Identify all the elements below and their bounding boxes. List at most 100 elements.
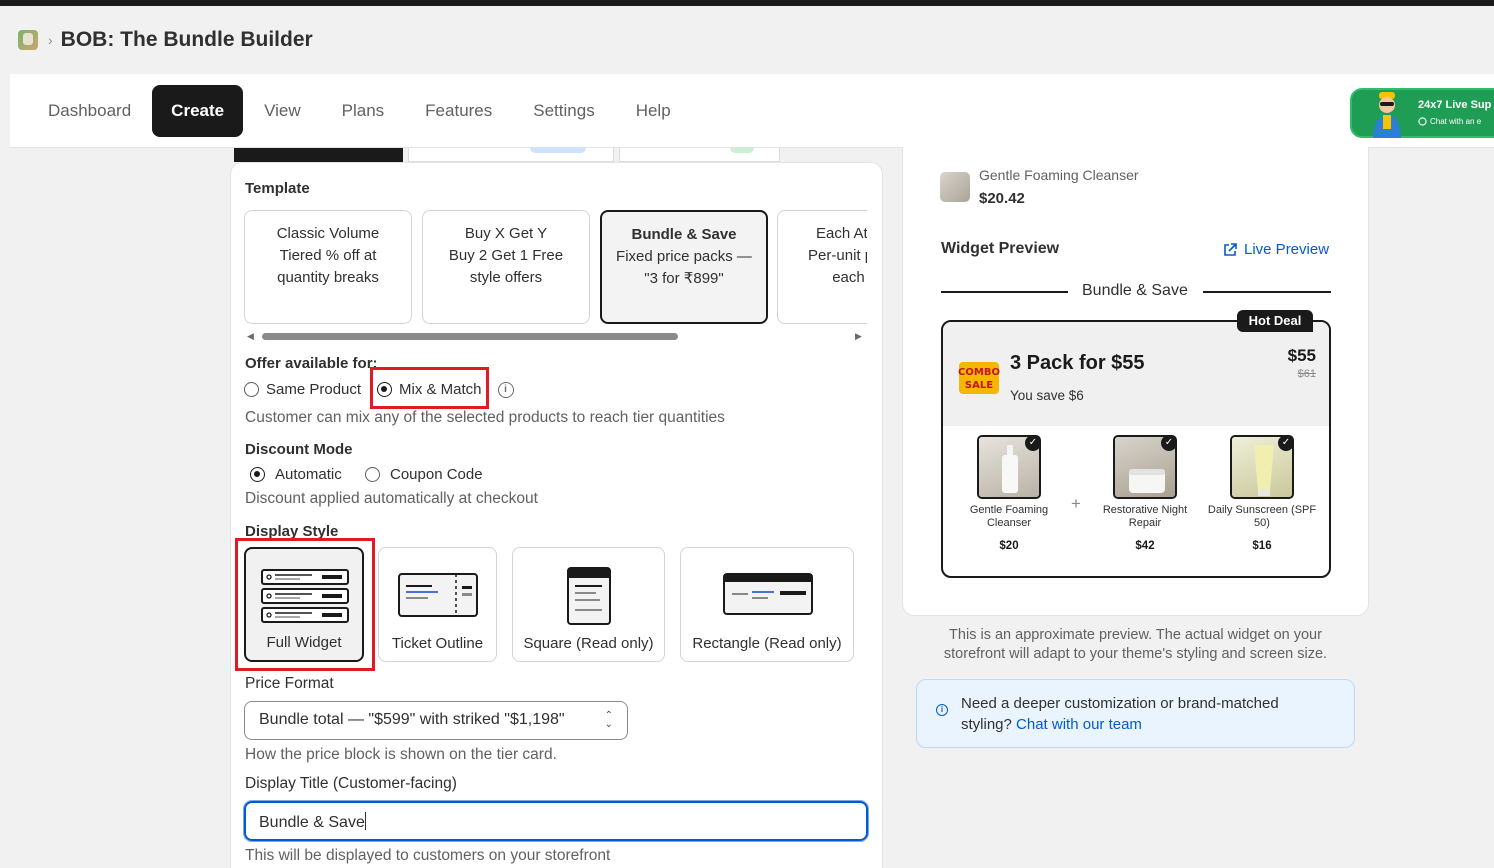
display-title-helper: This will be displayed to customers on y… [245, 847, 611, 864]
template-desc: Tiered % off at quantity breaks [277, 247, 379, 286]
live-preview-label: Live Preview [1244, 241, 1330, 258]
price-format-label: Price Format [245, 675, 334, 692]
item-name: Gentle Foaming Cleanser [969, 504, 1049, 529]
discount-mode-label: Discount Mode [245, 441, 353, 458]
combo-logo-line-2: SALE [965, 380, 993, 391]
step-tab-active[interactable] [234, 148, 403, 162]
display-title-input[interactable]: Bundle & Save [244, 801, 868, 841]
heading-divider-right [1203, 291, 1331, 293]
radio-label: Automatic [275, 466, 342, 483]
nav-view[interactable]: View [244, 85, 321, 137]
scroll-thumb[interactable] [262, 333, 678, 340]
tier-savings: You save $6 [1010, 388, 1084, 403]
text-caret [364, 812, 366, 830]
highlight-full-widget [235, 538, 375, 671]
customization-help-banner: i Need a deeper customization or brand-m… [916, 679, 1355, 748]
night-repair-jar-icon [1129, 469, 1165, 493]
plus-icon: + [1071, 494, 1081, 513]
ticket-outline-icon [398, 573, 478, 617]
nav-help[interactable]: Help [616, 85, 691, 137]
radio-coupon-code[interactable]: Coupon Code [365, 466, 483, 483]
chat-with-team-link[interactable]: Chat with our team [1016, 716, 1142, 733]
discount-helper: Discount applied automatically at checko… [245, 490, 538, 507]
step-tab-3[interactable] [619, 148, 780, 162]
price-format-select[interactable]: Bundle total — "$599" with striked "$1,1… [244, 701, 628, 740]
display-title-value: Bundle & Save [259, 814, 365, 831]
item-check-icon: ✓ [1278, 435, 1294, 451]
radio-label: Same Product [266, 381, 362, 398]
radio-circle[interactable] [365, 467, 380, 482]
nav-settings[interactable]: Settings [513, 85, 614, 137]
template-classic-volume[interactable]: Classic Volume Tiered % off at quantity … [244, 210, 412, 324]
breadcrumb-separator: › [48, 32, 53, 48]
item-price: $16 [1252, 540, 1272, 552]
radio-automatic[interactable]: Automatic [250, 466, 342, 483]
combo-sale-icon: COMBO SALE [958, 362, 1000, 394]
widget-heading: Bundle & Save [1082, 282, 1188, 299]
offer-label: Offer available for: [245, 355, 378, 372]
template-carousel: Classic Volume Tiered % off at quantity … [244, 210, 867, 326]
nav-create[interactable]: Create [152, 84, 244, 137]
nav-features[interactable]: Features [405, 85, 512, 137]
preview-product-name: Gentle Foaming Cleanser [979, 167, 1139, 183]
live-support-badge[interactable]: 24x7 Live Sup Chat with an e [1350, 88, 1494, 138]
radio-label: Coupon Code [390, 466, 483, 483]
template-name: Each At Price [815, 225, 867, 242]
app-title: BOB: The Bundle Builder [60, 28, 313, 51]
template-desc: Buy 2 Get 1 Free style offers [448, 247, 564, 286]
radio-circle[interactable] [250, 467, 265, 482]
style-rectangle[interactable]: Rectangle (Read only) [680, 547, 854, 662]
nav-plans[interactable]: Plans [322, 85, 405, 137]
help-text: Need a deeper customization or brand-mat… [961, 693, 1331, 735]
scroll-right-icon[interactable]: ▶ [855, 330, 862, 342]
sunscreen-tube-icon [1254, 445, 1274, 496]
title-bar: › BOB: The Bundle Builder [0, 6, 1494, 74]
template-label: Template [245, 180, 310, 197]
nav-dashboard[interactable]: Dashboard [28, 85, 151, 137]
template-name: Buy X Get Y [464, 225, 548, 242]
price-format-value: Bundle total — "$599" with striked "$1,1… [259, 711, 565, 728]
tier-compare-price: $61 [1297, 368, 1316, 380]
support-title: 24x7 Live Sup [1418, 99, 1492, 111]
template-name: Classic Volume [276, 225, 380, 242]
product-thumbnail [940, 172, 970, 202]
item-name: Daily Sunscreen (SPF 50) [1207, 504, 1317, 529]
step-pill-blue [530, 148, 586, 153]
heading-divider-left [941, 291, 1068, 293]
item-name: Restorative Night Repair [1102, 504, 1188, 529]
template-name: Bundle & Save [631, 226, 737, 243]
select-chevron-icon: ⌃ ⌄ [604, 710, 613, 730]
offer-helper: Customer can mix any of the selected pro… [245, 409, 725, 426]
radio-circle[interactable] [244, 382, 259, 397]
item-price: $20 [999, 540, 1019, 552]
rectangle-style-icon [723, 573, 813, 615]
template-scrollbar[interactable]: ◀ ▶ [244, 330, 867, 342]
style-square[interactable]: Square (Read only) [512, 547, 665, 662]
style-label: Square (Read only) [523, 635, 654, 652]
style-label: Ticket Outline [391, 635, 484, 652]
app-icon [18, 30, 38, 50]
price-format-helper: How the price block is shown on the tier… [245, 746, 557, 763]
scroll-left-icon[interactable]: ◀ [247, 330, 254, 342]
preview-disclaimer: This is an approximate preview. The actu… [943, 627, 1328, 662]
combo-logo-line-1: COMBO [958, 367, 1000, 378]
info-icon: i [936, 704, 948, 716]
template-desc: Per-unit price at each tier [808, 247, 867, 286]
template-buy-x-get-y[interactable]: Buy X Get Y Buy 2 Get 1 Free style offer… [422, 210, 590, 324]
hot-deal-badge: Hot Deal [1237, 310, 1313, 332]
template-bundle-save[interactable]: Bundle & Save Fixed price packs — "3 for… [600, 210, 768, 324]
nav-bar: Dashboard Create View Plans Features Set… [10, 74, 1494, 148]
item-check-icon: ✓ [1161, 435, 1177, 451]
chat-icon [1418, 117, 1427, 126]
step-pill-green [730, 148, 754, 153]
style-ticket-outline[interactable]: Ticket Outline [378, 547, 497, 662]
widget-preview-title: Widget Preview [941, 240, 1060, 257]
support-agent-icon [1373, 92, 1401, 138]
style-label: Rectangle (Read only) [692, 635, 842, 652]
tier-price: $55 [1287, 346, 1316, 365]
info-icon[interactable]: i [497, 381, 514, 398]
square-style-icon [567, 567, 611, 625]
radio-same-product[interactable]: Same Product [244, 381, 361, 398]
template-each-at-price[interactable]: Each At Price Per-unit price at each tie… [777, 210, 867, 324]
live-preview-link[interactable]: Live Preview [1222, 241, 1329, 258]
